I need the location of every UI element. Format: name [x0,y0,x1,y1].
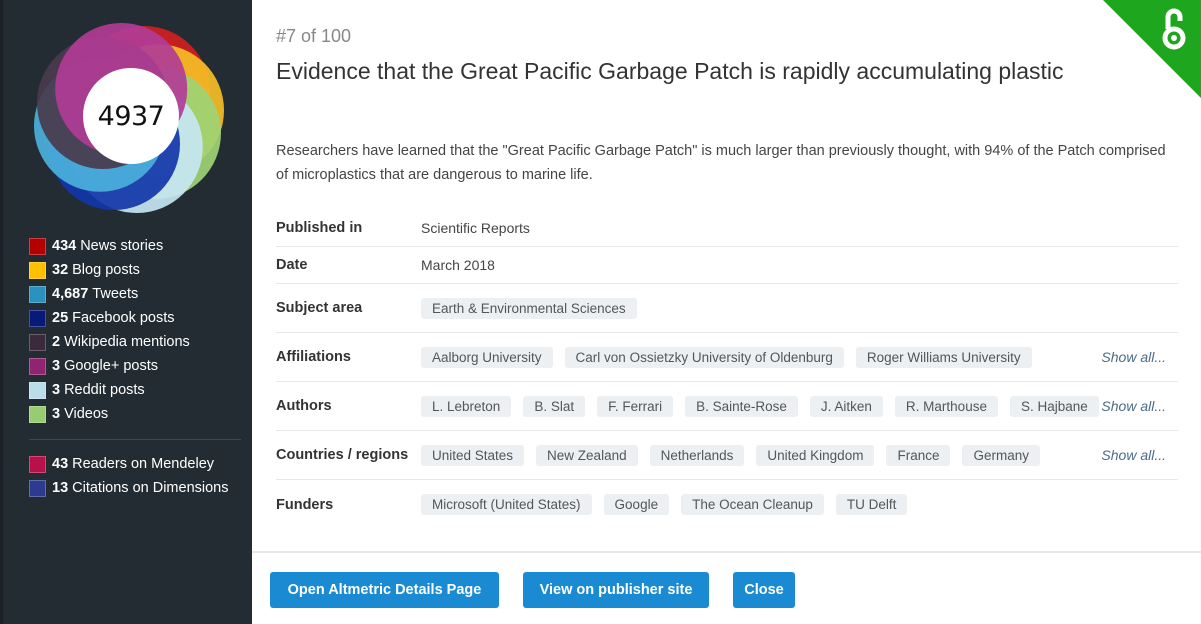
legend-swatch [29,261,46,279]
legend-swatch [29,479,46,497]
date-row: Date March 2018 [276,247,1178,284]
subject-area-label: Subject area [276,300,363,316]
attention-sidebar: 4937 434 News stories 32 Blog posts 4,687 Twe… [0,0,252,624]
tag-pill[interactable]: R. Marthouse [894,395,998,417]
published-in-label: Published in [276,220,363,236]
date-label: Date [276,257,308,273]
legend-count: 25 [52,310,69,326]
journal-name: Scientific Reports [421,220,530,236]
legend-label: Facebook posts [72,310,175,326]
countries-show-all-link[interactable]: Show all... [1101,447,1166,463]
legend-label: Citations on Dimensions [72,480,229,496]
legend-label: Videos [64,406,109,422]
affiliations-tags: Aalborg University Carl von Ossietzky Uni… [421,346,1178,368]
legend-swatch [29,381,46,399]
tag-pill[interactable]: B. Sainte-Rose [685,395,798,417]
legend-count: 43 [52,456,69,472]
tag-pill[interactable]: United Kingdom [756,444,875,466]
legend-item: 4,687 Tweets [29,282,241,306]
funders-row: Funders Microsoft (United States) Google T… [276,480,1178,529]
tag-pill[interactable]: B. Slat [523,395,586,417]
affiliations-row: Affiliations Aalborg University Carl von … [276,333,1178,382]
rank-label: #7 of 100 [276,26,352,46]
tag-pill[interactable]: The Ocean Cleanup [681,494,824,515]
modal-footer: Open Altmetric Details Page View on publ… [252,551,1201,624]
tag-pill[interactable]: S. Hajbane [1009,395,1099,417]
authors-label: Authors [276,398,332,414]
legend-count: 3 [52,358,61,374]
legend-swatch [29,237,46,255]
legend-swatch [29,455,46,473]
legend-label: Reddit posts [64,382,145,398]
legend-item: 25 Facebook posts [29,306,241,330]
tag-pill[interactable]: New Zealand [536,444,638,466]
legend-label: Wikipedia mentions [64,334,190,350]
legend-item: 3 Google+ posts [29,354,241,378]
legend-item: 3 Videos [29,402,241,426]
legend-item: 3 Reddit posts [29,378,241,402]
close-button[interactable]: Close [733,572,795,608]
legend-swatch [29,285,46,303]
countries-label: Countries / regions [276,447,409,463]
legend-label: News stories [80,238,164,254]
legend-count: 4,687 [52,286,89,302]
tag-pill[interactable]: Earth & Environmental Sciences [421,297,637,319]
publication-date: March 2018 [421,257,495,273]
article-title: Evidence that the Great Pacific Garbage … [276,58,1064,84]
subject-area-tags: Earth & Environmental Sciences [421,297,1178,319]
legend-swatch [29,333,46,351]
tag-pill[interactable]: Microsoft (United States) [421,494,592,515]
view-publisher-button[interactable]: View on publisher site [523,572,709,608]
tag-pill[interactable]: TU Delft [835,494,908,515]
legend-swatch [29,309,46,327]
legend-item: 13 Citations on Dimensions [29,476,241,500]
tag-pill[interactable]: L. Lebreton [421,395,512,417]
affiliations-label: Affiliations [276,349,351,365]
authors-show-all-link[interactable]: Show all... [1101,398,1166,414]
countries-tags: United States New Zealand Netherlands Unite… [421,444,1178,466]
details-table: Published in Scientific Reports Date Mar… [276,210,1178,529]
legend-count: 13 [52,480,69,496]
tag-pill[interactable]: Roger Williams University [855,346,1032,368]
open-access-badge [1103,0,1201,98]
legend-swatch [29,357,46,375]
tag-pill[interactable]: United States [421,444,525,466]
legend-label: Blog posts [72,262,140,278]
legend-count: 32 [52,262,69,278]
tag-pill[interactable]: Google [603,494,670,515]
tag-pill[interactable]: J. Aitken [809,395,883,417]
legend-item: 43 Readers on Mendeley [29,452,241,476]
legend-count: 434 [52,238,77,254]
legend-divider [29,439,241,440]
subject-area-row: Subject area Earth & Environmental Scien… [276,284,1178,333]
affiliations-show-all-link[interactable]: Show all... [1101,349,1166,365]
legend-swatch [29,405,46,423]
funders-tags: Microsoft (United States) Google The Ocean… [421,494,1178,515]
tag-pill[interactable]: Carl von Ossietzky University of Oldenbu… [564,346,844,368]
legend-label: Google+ posts [64,358,158,374]
article-summary: Researchers have learned that the "Great… [276,143,1166,183]
legend-item: 2 Wikipedia mentions [29,330,241,354]
legend-item: 434 News stories [29,234,241,258]
attention-legend: 434 News stories 32 Blog posts 4,687 Tweets 25… [29,234,241,500]
tag-pill[interactable]: Netherlands [649,444,745,466]
legend-label: Readers on Mendeley [72,456,215,472]
authors-row: Authors L. Lebreton B. Slat F. Ferrari B. S… [276,382,1178,431]
published-in-row: Published in Scientific Reports [276,210,1178,247]
authors-tags: L. Lebreton B. Slat F. Ferrari B. Sainte-Ro… [421,395,1178,417]
tag-pill[interactable]: Aalborg University [421,346,553,368]
tag-pill[interactable]: Germany [962,444,1041,466]
legend-item: 32 Blog posts [29,258,241,282]
attention-score: 4937 [83,68,179,164]
legend-label: Tweets [92,286,139,302]
tag-pill[interactable]: France [886,444,951,466]
open-details-button[interactable]: Open Altmetric Details Page [270,572,499,608]
legend-count: 3 [52,382,61,398]
countries-row: Countries / regions United States New Zea… [276,431,1178,480]
article-details: #7 of 100 Evidence that the Great Pacifi… [252,0,1201,552]
tag-pill[interactable]: F. Ferrari [597,395,674,417]
funders-label: Funders [276,496,334,513]
legend-count: 3 [52,406,61,422]
legend-count: 2 [52,334,61,350]
